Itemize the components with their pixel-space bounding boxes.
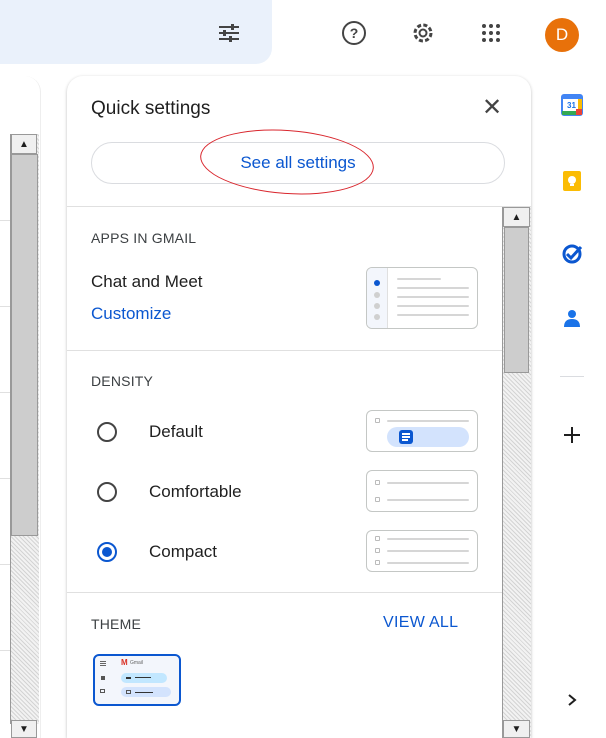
keep-icon[interactable]	[558, 167, 586, 195]
tasks-icon[interactable]	[558, 240, 586, 268]
density-option-label: Comfortable	[149, 482, 242, 501]
section-divider	[67, 592, 503, 593]
section-divider	[67, 350, 503, 351]
avatar-letter: D	[555, 25, 569, 44]
plus-icon[interactable]	[558, 421, 586, 449]
view-all-themes-link[interactable]: VIEW ALL	[383, 614, 458, 632]
row-divider	[0, 392, 10, 393]
chat-meet-title: Chat and Meet	[91, 272, 203, 291]
close-icon[interactable]: ✕	[477, 92, 507, 122]
density-comfortable-thumbnail	[366, 470, 478, 512]
row-divider	[0, 650, 10, 651]
radio-button[interactable]	[97, 422, 117, 442]
apps-section-label: APPS IN GMAIL	[91, 230, 197, 246]
gmail-logo-icon: M	[121, 658, 128, 667]
calendar-icon[interactable]: 31	[558, 91, 586, 119]
density-default-thumbnail	[366, 410, 478, 452]
settings-icon[interactable]	[408, 18, 438, 48]
chevron-right-icon[interactable]	[558, 686, 586, 714]
scroll-down-arrow-icon[interactable]: ▼	[11, 720, 37, 738]
avatar[interactable]: D	[545, 18, 579, 52]
calendar-day-label: 31	[567, 101, 576, 110]
scrollbar-thumb[interactable]	[504, 227, 529, 373]
density-compact-thumbnail	[366, 530, 478, 572]
radio-button-selected[interactable]	[97, 542, 117, 562]
theme-section-label: THEME	[91, 616, 141, 632]
customize-link[interactable]: Customize	[91, 304, 171, 324]
theme-thumb-logo-text: Gmail	[130, 660, 144, 666]
quick-settings-panel: Quick settings ✕ See all settings APPS I…	[67, 76, 531, 738]
row-divider	[0, 564, 10, 565]
row-divider	[0, 306, 10, 307]
scrollbar-thumb[interactable]	[11, 154, 38, 536]
radio-button[interactable]	[97, 482, 117, 502]
annotation-circle	[197, 124, 377, 200]
scroll-down-arrow-icon[interactable]: ▼	[503, 720, 530, 738]
panel-title: Quick settings	[91, 98, 211, 119]
tune-icon[interactable]	[214, 18, 244, 48]
apps-icon[interactable]	[476, 18, 506, 48]
scroll-up-arrow-icon[interactable]: ▲	[503, 207, 530, 227]
header-divider	[67, 206, 531, 207]
density-option-label: Default	[149, 422, 203, 441]
help-icon[interactable]: ?	[339, 18, 369, 48]
svg-text:?: ?	[350, 25, 359, 41]
scroll-up-arrow-icon[interactable]: ▲	[11, 134, 37, 154]
side-panel-divider	[560, 376, 584, 377]
contacts-icon[interactable]	[558, 304, 586, 332]
theme-thumbnail[interactable]: M Gmail	[93, 654, 181, 706]
row-divider	[0, 478, 10, 479]
chat-meet-thumbnail	[366, 267, 478, 329]
density-option-label: Compact	[149, 542, 218, 561]
density-section-label: DENSITY	[91, 373, 154, 389]
row-divider	[0, 220, 10, 221]
